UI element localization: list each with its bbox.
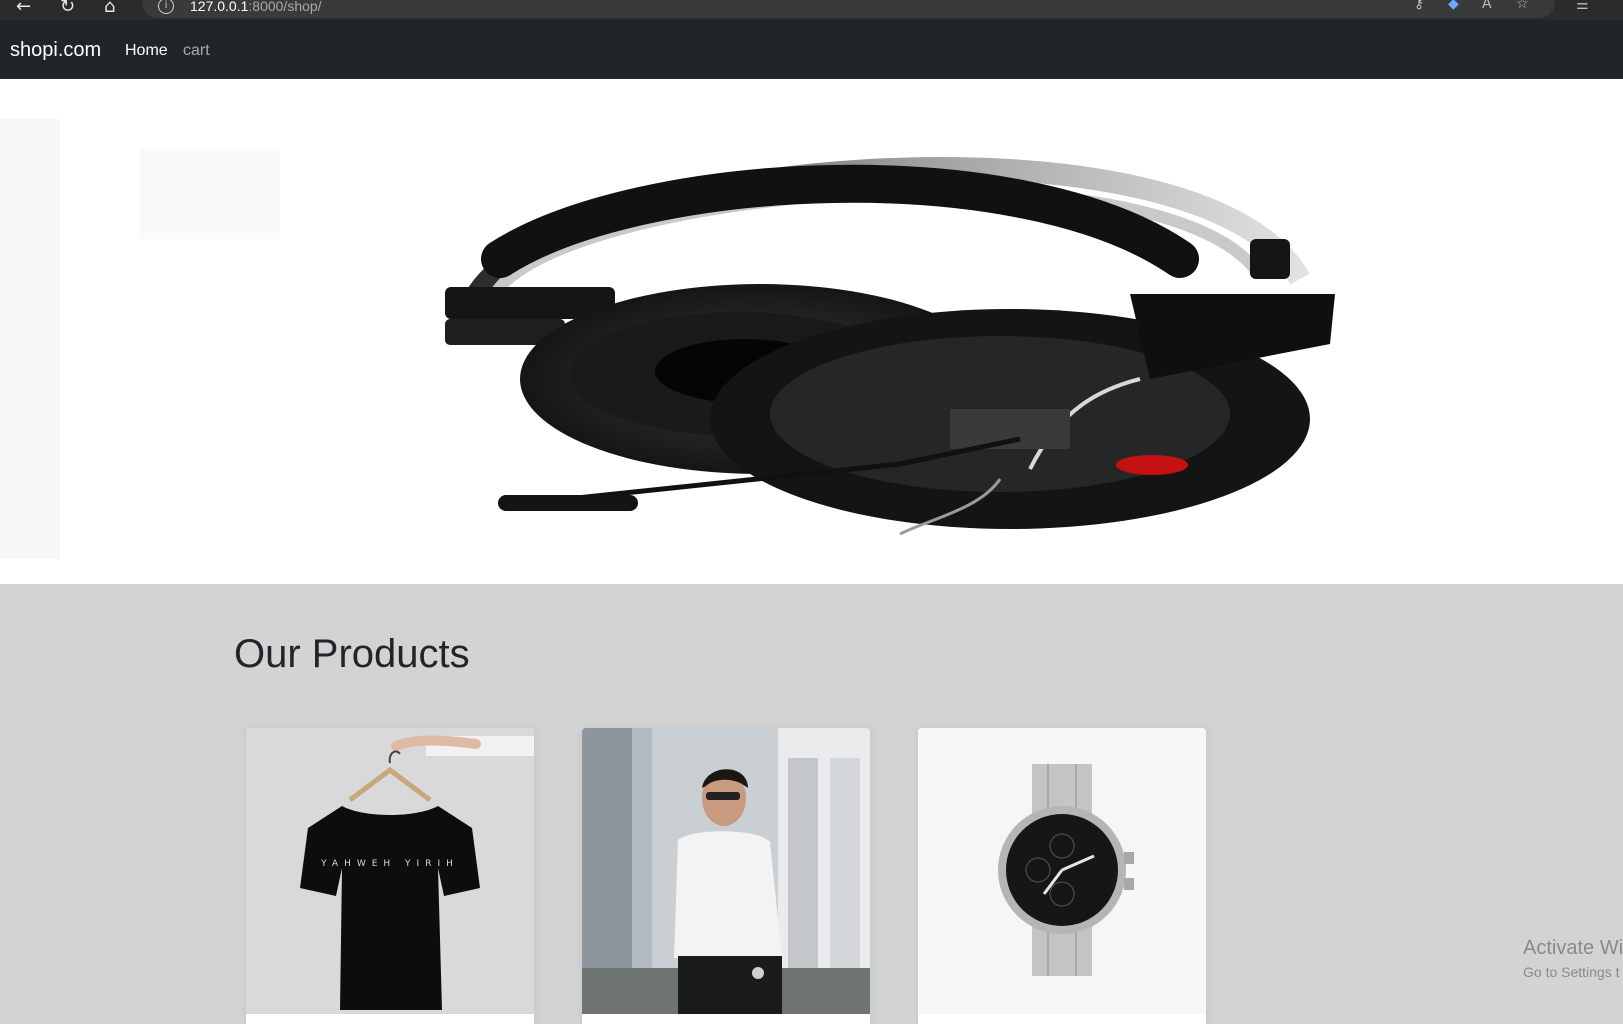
favorites-icon[interactable]: ☆ bbox=[1516, 0, 1529, 12]
product-card[interactable] bbox=[918, 728, 1206, 1024]
reload-icon[interactable]: ↻ bbox=[60, 0, 75, 17]
product-card[interactable] bbox=[582, 728, 870, 1024]
silver-watch-image[interactable] bbox=[918, 728, 1206, 1014]
product-card[interactable]: YAHWEH YIRIH bbox=[246, 728, 534, 1024]
watermark-subtitle: Go to Settings t bbox=[1523, 964, 1620, 980]
site-info-icon[interactable]: i bbox=[158, 0, 174, 14]
nav-home-link[interactable]: Home bbox=[125, 42, 168, 60]
url-text: 127.0.0.1:8000/shop/ bbox=[190, 0, 322, 14]
url-path: :8000/shop/ bbox=[248, 0, 322, 14]
key-icon[interactable]: ⚷ bbox=[1414, 0, 1424, 12]
products-heading: Our Products bbox=[234, 632, 470, 676]
back-arrow-icon[interactable]: ← bbox=[16, 0, 31, 17]
hero-banner bbox=[0, 79, 1623, 584]
browser-toolbar: ← ↻ ⌂ i 127.0.0.1:8000/shop/ ⚷ ◆ A ☆ ☰ bbox=[0, 0, 1623, 20]
headphones-image bbox=[0, 119, 1335, 559]
svg-text:YAHWEH YIRIH: YAHWEH YIRIH bbox=[320, 859, 459, 869]
extension-icon[interactable]: ◆ bbox=[1448, 0, 1459, 12]
address-bar[interactable]: i 127.0.0.1:8000/shop/ ⚷ ◆ A ☆ bbox=[142, 0, 1555, 18]
url-host: 127.0.0.1 bbox=[190, 0, 249, 14]
black-tshirt-image[interactable]: YAHWEH YIRIH bbox=[246, 728, 534, 1014]
brand-logo[interactable]: shopi.com bbox=[10, 39, 101, 62]
man-white-shirt-image[interactable] bbox=[582, 728, 870, 1014]
read-aloud-icon[interactable]: A bbox=[1482, 0, 1492, 12]
home-icon[interactable]: ⌂ bbox=[104, 0, 115, 17]
collections-icon[interactable]: ☰ bbox=[1576, 0, 1589, 13]
site-navbar: shopi.com Home cart bbox=[0, 20, 1623, 79]
watermark-title: Activate Wi bbox=[1523, 937, 1623, 959]
nav-cart-link[interactable]: cart bbox=[183, 42, 210, 60]
windows-activation-watermark: Activate Wi Go to Settings t bbox=[1523, 937, 1623, 980]
